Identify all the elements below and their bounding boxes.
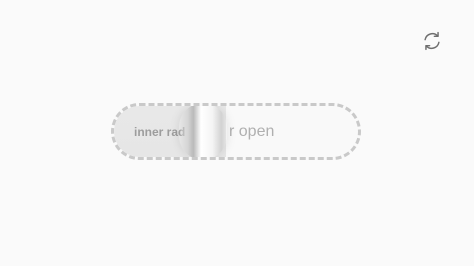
refresh-icon bbox=[424, 31, 440, 51]
refresh-button[interactable] bbox=[419, 28, 445, 54]
demo-stage: inner rad r open bbox=[0, 0, 474, 266]
toggle-outer-label: r open bbox=[229, 122, 275, 140]
toggle-thumb[interactable] bbox=[179, 106, 227, 157]
toggle-track[interactable]: inner rad r open bbox=[111, 103, 361, 160]
